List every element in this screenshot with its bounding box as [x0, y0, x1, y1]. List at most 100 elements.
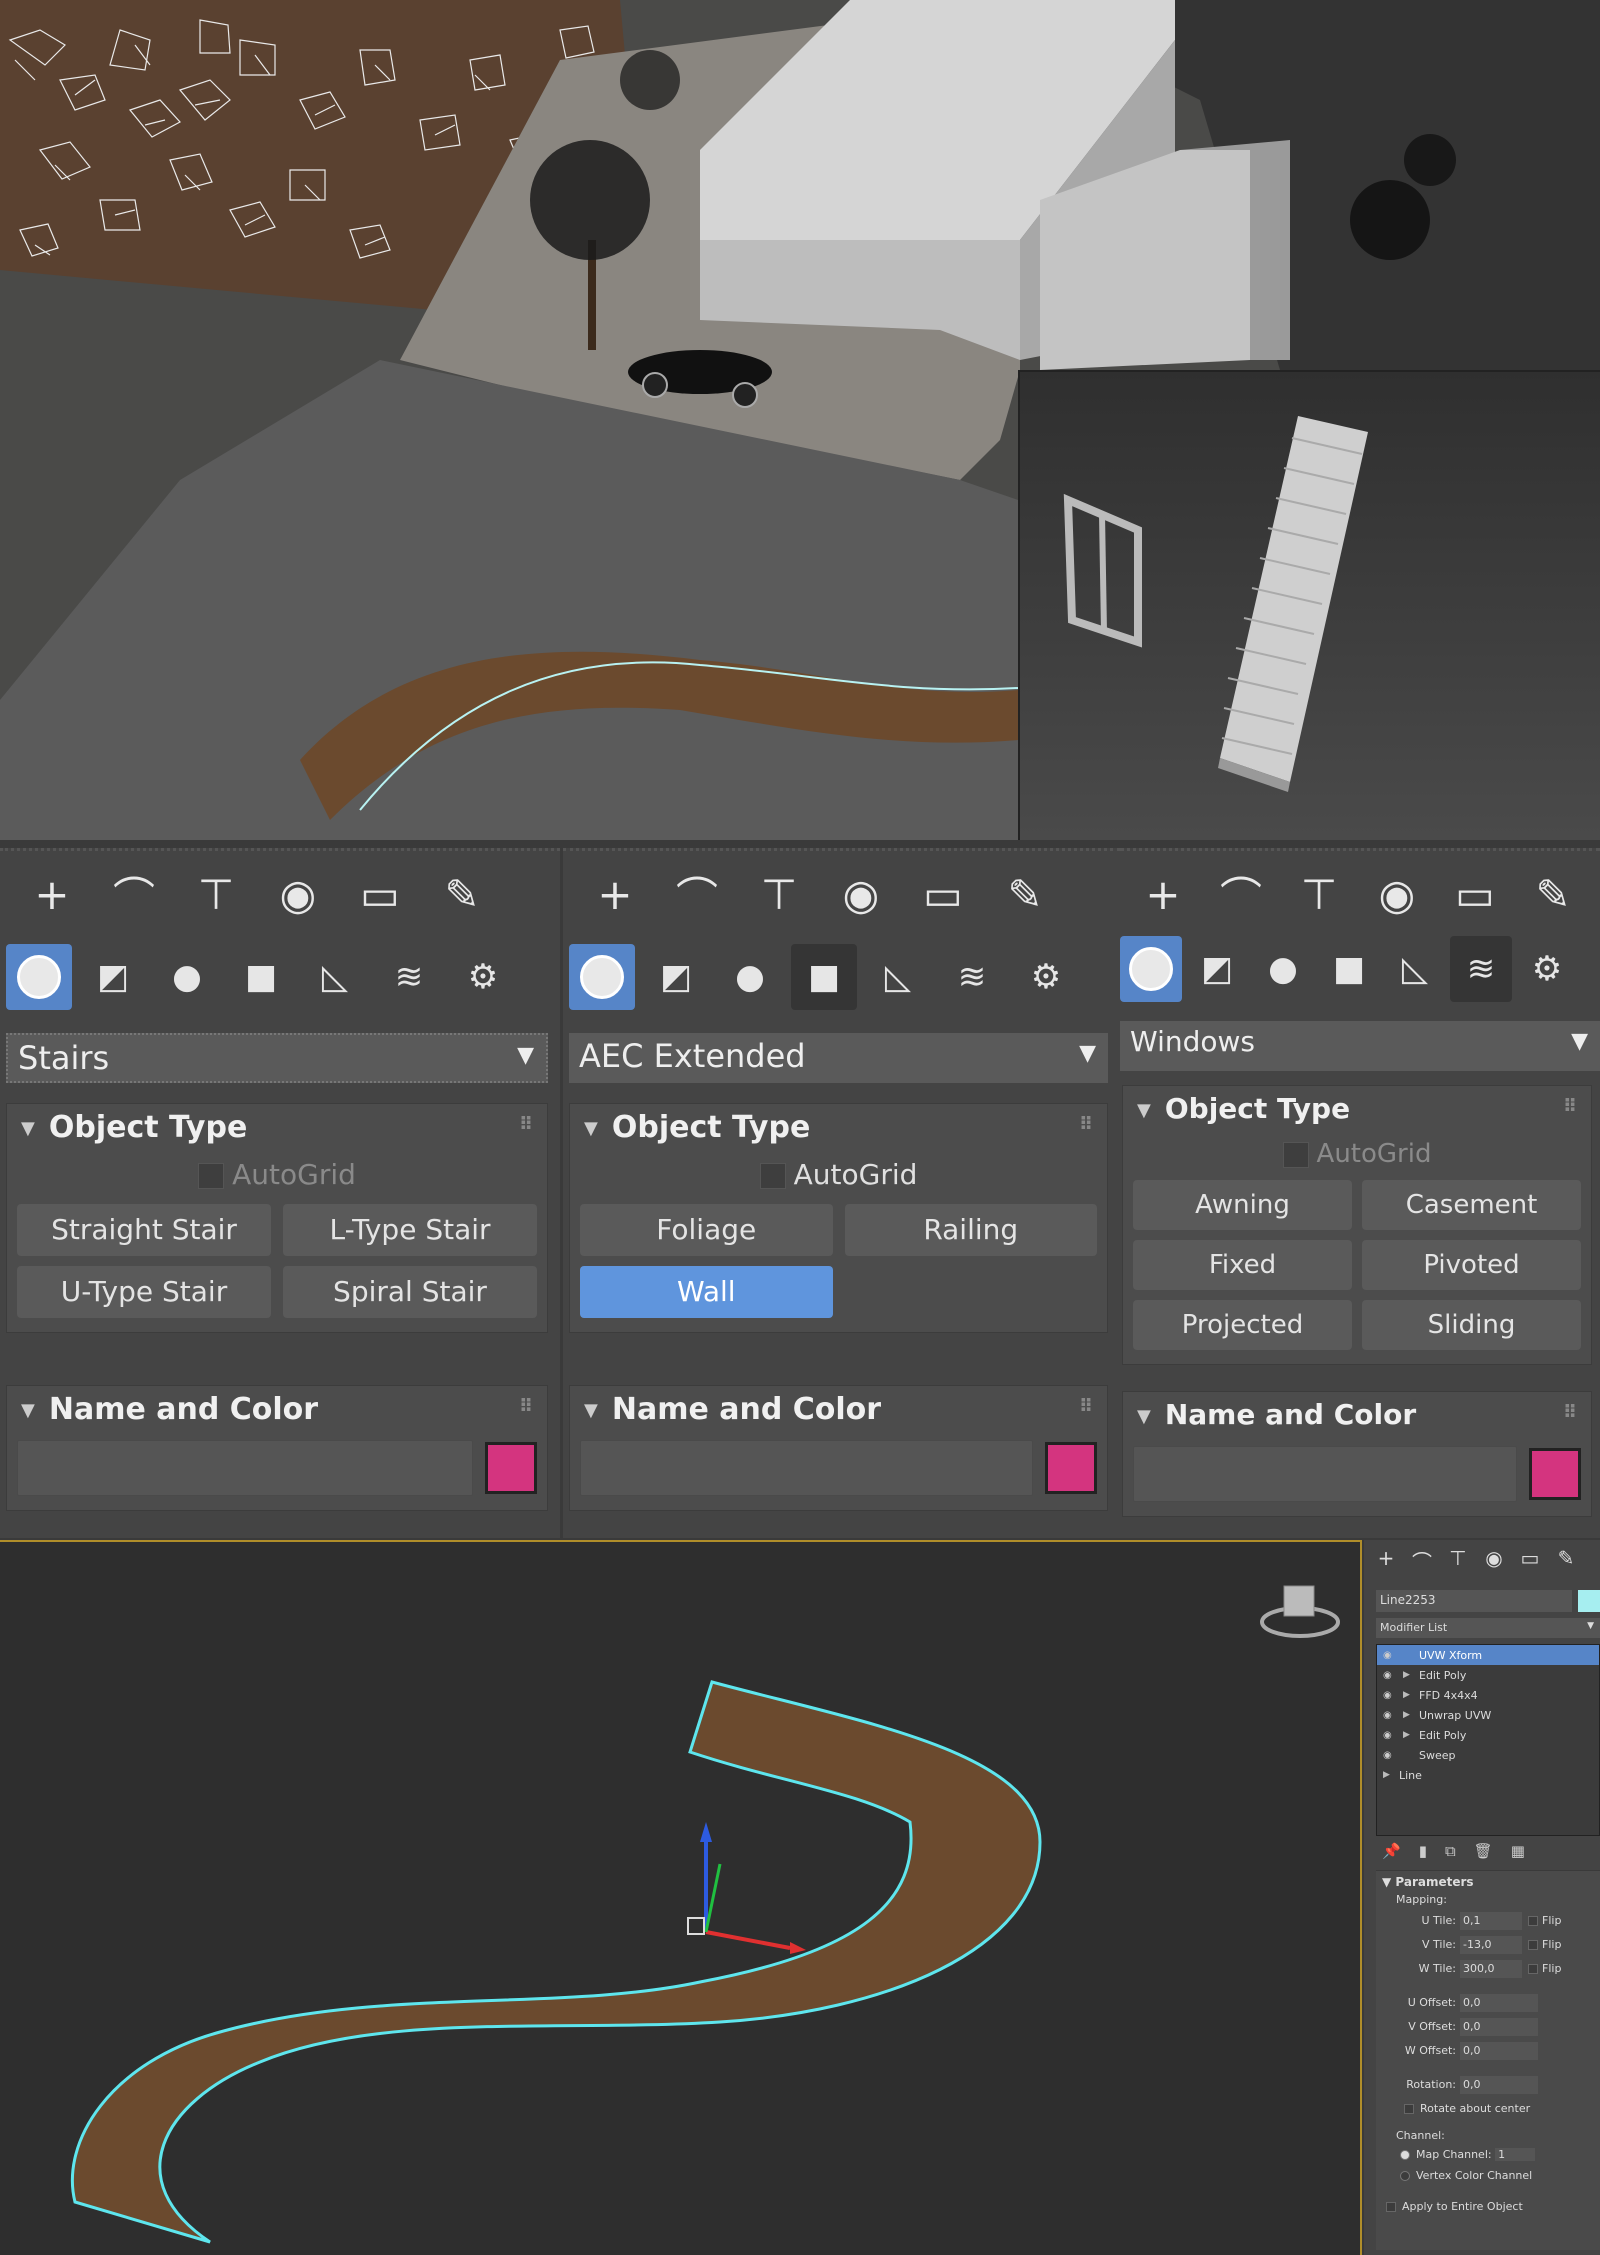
map-channel-radio[interactable]: Map Channel: 1 — [1376, 2144, 1600, 2165]
motion-icon[interactable]: ◉ — [821, 865, 901, 923]
create-icon[interactable]: + — [1124, 865, 1202, 923]
utilities-icon[interactable]: ✎ — [1552, 1546, 1580, 1570]
color-swatch[interactable] — [1529, 1448, 1581, 1500]
make-unique-icon[interactable]: ⧉ — [1445, 1842, 1456, 1866]
w-offset-spinner[interactable]: 0,0 — [1460, 2042, 1538, 2060]
u-offset-spinner[interactable]: 0,0 — [1460, 1994, 1538, 2012]
utilities-icon[interactable]: ✎ — [422, 865, 502, 923]
hierarchy-icon[interactable]: ⊤ — [176, 865, 256, 923]
expand-icon[interactable]: ▶ — [1383, 1770, 1393, 1780]
rotate-center-checkbox[interactable]: Rotate about center — [1376, 2098, 1600, 2119]
expand-icon[interactable]: ▶ — [1403, 1670, 1413, 1680]
stack-item[interactable]: ◉ ▶ Edit Poly — [1377, 1665, 1599, 1685]
eye-icon[interactable]: ◉ — [1383, 1650, 1397, 1661]
category-dropdown[interactable]: Stairs ▼ — [6, 1033, 548, 1083]
shapes-icon[interactable]: ◩ — [80, 944, 146, 1010]
inset-viewport[interactable] — [1018, 370, 1600, 840]
expand-icon[interactable]: ▶ — [1403, 1730, 1413, 1740]
expand-icon[interactable]: ▶ — [1403, 1690, 1413, 1700]
color-swatch[interactable] — [1045, 1442, 1097, 1494]
v-offset-spinner[interactable]: 0,0 — [1460, 2018, 1538, 2036]
modifier-list-dropdown[interactable]: Modifier List ▼ — [1376, 1618, 1600, 1638]
spacewarps-icon[interactable]: ≋ — [1450, 936, 1512, 1002]
geometry-icon[interactable] — [6, 944, 72, 1010]
autogrid-checkbox[interactable]: AutoGrid — [570, 1152, 1107, 1198]
utilities-icon[interactable]: ✎ — [1514, 865, 1592, 923]
lights-icon[interactable]: ● — [1252, 936, 1314, 1002]
v-flip-checkbox[interactable]: Flip — [1528, 1938, 1561, 1951]
perspective-viewport-bottom[interactable] — [0, 1540, 1362, 2255]
name-input[interactable] — [1133, 1446, 1517, 1502]
autogrid-checkbox[interactable]: AutoGrid — [7, 1152, 547, 1198]
stack-item[interactable]: ◉ ▶ Edit Poly — [1377, 1725, 1599, 1745]
create-icon[interactable]: + — [575, 865, 655, 923]
systems-icon[interactable]: ⚙ — [1516, 936, 1578, 1002]
autogrid-checkbox[interactable]: AutoGrid — [1123, 1134, 1591, 1174]
hierarchy-icon[interactable]: ⊤ — [739, 865, 819, 923]
helpers-icon[interactable]: ◺ — [302, 944, 368, 1010]
cameras-icon[interactable]: ■ — [791, 944, 857, 1010]
create-icon[interactable]: + — [12, 865, 92, 923]
transform-gizmo[interactable] — [687, 1822, 806, 1954]
l-type-stair-button[interactable]: L-Type Stair — [283, 1204, 537, 1256]
vertex-color-radio[interactable]: Vertex Color Channel — [1376, 2165, 1600, 2186]
name-input[interactable] — [17, 1440, 473, 1496]
w-tile-spinner[interactable]: 300,0 — [1460, 1960, 1522, 1978]
u-type-stair-button[interactable]: U-Type Stair — [17, 1266, 271, 1318]
fixed-button[interactable]: Fixed — [1133, 1240, 1352, 1290]
object-color-swatch[interactable] — [1578, 1590, 1600, 1612]
cameras-icon[interactable]: ■ — [1318, 936, 1380, 1002]
lights-icon[interactable]: ● — [717, 944, 783, 1010]
rollout-header[interactable]: ▼ Name and Color ⠿ — [1123, 1392, 1591, 1440]
viewcube-icon[interactable] — [1260, 1585, 1340, 1638]
u-tile-spinner[interactable]: 0,1 — [1460, 1912, 1522, 1930]
stack-item[interactable]: ◉ ▶ Unwrap UVW — [1377, 1705, 1599, 1725]
expand-icon[interactable]: ▶ — [1403, 1710, 1413, 1720]
rollout-header[interactable]: ▼ Object Type ⠿ — [1123, 1086, 1591, 1134]
display-icon[interactable]: ▭ — [1436, 865, 1514, 923]
object-name-input[interactable]: Line2253 — [1376, 1590, 1572, 1612]
configure-sets-icon[interactable]: ▦ — [1511, 1842, 1525, 1866]
modify-icon[interactable]: ⌒ — [657, 865, 737, 923]
shapes-icon[interactable]: ◩ — [1186, 936, 1248, 1002]
modify-icon[interactable]: ⌒ — [94, 865, 174, 923]
v-tile-spinner[interactable]: -13,0 — [1460, 1936, 1522, 1954]
eye-icon[interactable]: ◉ — [1383, 1710, 1397, 1721]
display-icon[interactable]: ▭ — [903, 865, 983, 923]
pivoted-button[interactable]: Pivoted — [1362, 1240, 1581, 1290]
rotation-spinner[interactable]: 0,0 — [1460, 2076, 1538, 2094]
utilities-icon[interactable]: ✎ — [985, 865, 1065, 923]
w-flip-checkbox[interactable]: Flip — [1528, 1962, 1561, 1975]
systems-icon[interactable]: ⚙ — [1013, 944, 1079, 1010]
motion-icon[interactable]: ◉ — [1358, 865, 1436, 923]
map-channel-spinner[interactable]: 1 — [1495, 2148, 1536, 2161]
sliding-button[interactable]: Sliding — [1362, 1300, 1581, 1350]
parameters-title[interactable]: ▼ Parameters — [1376, 1871, 1600, 1893]
create-icon[interactable]: + — [1372, 1546, 1400, 1570]
spacewarps-icon[interactable]: ≋ — [939, 944, 1005, 1010]
rollout-header[interactable]: ▼ Object Type ⠿ — [570, 1104, 1107, 1152]
remove-modifier-icon[interactable]: 🗑 — [1474, 1842, 1493, 1866]
hierarchy-icon[interactable]: ⊤ — [1280, 865, 1358, 923]
casement-button[interactable]: Casement — [1362, 1180, 1581, 1230]
u-flip-checkbox[interactable]: Flip — [1528, 1914, 1561, 1927]
apply-entire-checkbox[interactable]: Apply to Entire Object — [1376, 2186, 1600, 2217]
spiral-stair-button[interactable]: Spiral Stair — [283, 1266, 537, 1318]
geometry-icon[interactable] — [1120, 936, 1182, 1002]
color-swatch[interactable] — [485, 1442, 537, 1494]
cameras-icon[interactable]: ■ — [228, 944, 294, 1010]
hierarchy-icon[interactable]: ⊤ — [1444, 1546, 1472, 1570]
helpers-icon[interactable]: ◺ — [1384, 936, 1446, 1002]
projected-button[interactable]: Projected — [1133, 1300, 1352, 1350]
display-icon[interactable]: ▭ — [340, 865, 420, 923]
shapes-icon[interactable]: ◩ — [643, 944, 709, 1010]
rollout-header[interactable]: ▼ Name and Color ⠿ — [570, 1386, 1107, 1434]
display-icon[interactable]: ▭ — [1516, 1546, 1544, 1570]
geometry-icon[interactable] — [569, 944, 635, 1010]
awning-button[interactable]: Awning — [1133, 1180, 1352, 1230]
foliage-button[interactable]: Foliage — [580, 1204, 833, 1256]
wall-button[interactable]: Wall — [580, 1266, 833, 1318]
stack-item[interactable]: ◉ UVW Xform — [1377, 1645, 1599, 1665]
lights-icon[interactable]: ● — [154, 944, 220, 1010]
eye-icon[interactable]: ◉ — [1383, 1670, 1397, 1681]
